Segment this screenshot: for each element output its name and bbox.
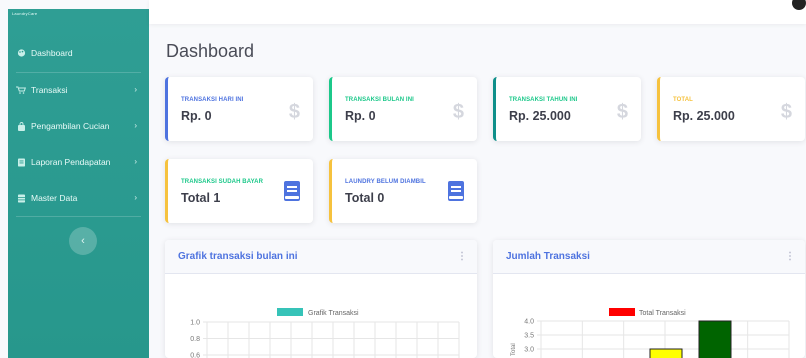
sidebar-item-dashboard[interactable]: Dashboard	[8, 42, 149, 64]
more-options-icon[interactable]: ⋮	[457, 251, 467, 262]
page-title: Dashboard	[166, 41, 255, 61]
cart-icon	[16, 86, 26, 94]
y-tick-label: 0.6	[190, 353, 200, 358]
card-transaksi-sudah-bayar: TRANSAKSI SUDAH BAYAR Total 1	[165, 159, 313, 223]
dollar-icon: $	[288, 101, 300, 123]
chevron-left-icon: ‹	[81, 235, 85, 247]
card-label: TOTAL	[673, 97, 693, 103]
card-label: LAUNDRY BELUM DIAMBIL	[345, 179, 426, 185]
card-label: TRANSAKSI SUDAH BAYAR	[181, 179, 264, 185]
sidebar-item-master-data[interactable]: Master Data ›	[8, 187, 149, 209]
card-transaksi-tahun-ini: TRANSAKSI TAHUN INI Rp. 25.000 $	[493, 77, 641, 141]
y-tick-label: 4.0	[524, 319, 534, 326]
sidebar-item-label: Transaksi	[31, 85, 68, 95]
card-label: TRANSAKSI HARI INI	[181, 97, 244, 103]
legend-swatch	[609, 308, 635, 316]
legend-swatch	[277, 308, 303, 316]
card-laundry-belum-diambil: LAUNDRY BELUM DIAMBIL Total 0	[329, 159, 477, 223]
sidebar-item-label: Dashboard	[31, 48, 73, 58]
sidebar-item-laporan-pendapatan[interactable]: Laporan Pendapatan ›	[8, 151, 149, 173]
line-chart: Grafik Transaksi 1.0 0.8 0.6	[190, 308, 460, 358]
topbar	[149, 0, 806, 24]
chevron-right-icon: ›	[134, 193, 137, 202]
card-value: Rp. 0	[181, 109, 212, 123]
bar	[649, 348, 683, 358]
card-total: TOTAL Rp. 25.000 $	[657, 77, 805, 141]
dollar-icon: $	[452, 101, 464, 123]
sidebar-item-pengambilan-cucian[interactable]: Pengambilan Cucian ›	[8, 115, 149, 137]
legend-label: Total Transaksi	[639, 310, 686, 317]
sidebar-divider	[16, 72, 141, 73]
sidebar-toggle-button[interactable]: ‹	[69, 227, 97, 255]
card-value: Total 1	[181, 191, 221, 205]
card-value: Rp. 25.000	[509, 109, 571, 123]
card-label: TRANSAKSI BULAN INI	[345, 97, 414, 103]
panel-grafik-transaksi: Grafik transaksi bulan ini ⋮ Grafik Tran…	[165, 240, 477, 358]
palette-icon	[16, 49, 26, 57]
bar-chart: Total Transaksi 4.0 3.5 3.0 Total	[511, 308, 790, 358]
panel-title: Jumlah Transaksi	[506, 251, 590, 262]
y-tick-label: 3.5	[524, 333, 534, 340]
dollar-icon: $	[616, 101, 628, 123]
y-tick-label: 1.0	[190, 320, 200, 327]
panel-title: Grafik transaksi bulan ini	[178, 251, 298, 262]
chevron-right-icon: ›	[134, 121, 137, 130]
chevron-right-icon: ›	[134, 157, 137, 166]
y-axis-label: Total	[511, 343, 517, 356]
panel-header: Jumlah Transaksi ⋮	[493, 240, 805, 274]
chevron-right-icon: ›	[134, 85, 137, 94]
panel-jumlah-transaksi: Jumlah Transaksi ⋮ Total Transaksi 4.0 3.5…	[493, 240, 805, 358]
bag-icon	[16, 121, 26, 131]
panel-header: Grafik transaksi bulan ini ⋮	[165, 240, 477, 274]
sidebar: LaundryCare Dashboard Transaksi › Pengam…	[8, 9, 149, 358]
report-icon	[16, 158, 26, 166]
database-icon	[16, 194, 26, 202]
card-value: Rp. 25.000	[673, 109, 735, 123]
card-transaksi-hari-ini: TRANSAKSI HARI INI Rp. 0 $	[165, 77, 313, 141]
book-icon	[284, 181, 300, 201]
bar	[698, 320, 732, 358]
dollar-icon: $	[780, 101, 792, 123]
card-value: Total 0	[345, 191, 385, 205]
legend-label: Grafik Transaksi	[308, 310, 359, 317]
sidebar-divider	[16, 216, 141, 217]
sidebar-item-label: Master Data	[31, 193, 78, 203]
book-icon	[448, 181, 464, 201]
y-tick-label: 3.0	[524, 347, 534, 354]
sidebar-item-label: Pengambilan Cucian	[31, 121, 110, 131]
y-tick-label: 0.8	[190, 336, 200, 343]
brand-logo-text[interactable]: LaundryCare	[12, 11, 37, 16]
card-label: TRANSAKSI TAHUN INI	[509, 97, 578, 103]
sidebar-item-transaksi[interactable]: Transaksi ›	[8, 79, 149, 101]
card-transaksi-bulan-ini: TRANSAKSI BULAN INI Rp. 0 $	[329, 77, 477, 141]
sidebar-item-label: Laporan Pendapatan	[31, 157, 111, 167]
card-value: Rp. 0	[345, 109, 376, 123]
user-avatar[interactable]	[792, 0, 806, 10]
more-options-icon[interactable]: ⋮	[785, 251, 795, 262]
